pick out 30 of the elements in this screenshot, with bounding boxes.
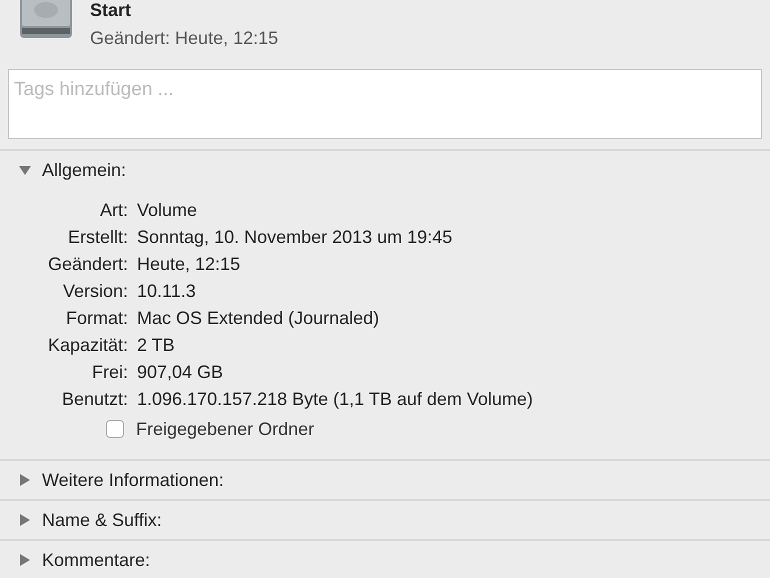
info-label: Erstellt: <box>66 226 128 249</box>
section-header[interactable]: Weitere Informationen: <box>0 461 770 499</box>
info-label: Format: <box>64 307 128 330</box>
info-value: 10.11.3 <box>137 280 197 303</box>
section-header[interactable]: Name & Suffix: <box>0 501 770 539</box>
disclosure-triangle-icon[interactable] <box>18 513 32 527</box>
section-header[interactable]: Kommentare: <box>0 541 770 578</box>
info-label: Art: <box>98 199 128 222</box>
info-value: 2 TB <box>137 334 176 357</box>
info-label: Kapazität: <box>46 334 128 357</box>
info-label: Benutzt: <box>60 388 128 411</box>
tags-field[interactable]: Tags hinzufügen ... <box>8 69 762 139</box>
disclosure-triangle-icon[interactable] <box>18 553 32 567</box>
checkbox-label: Freigegebener Ordner <box>136 418 314 440</box>
disclosure-triangle-icon[interactable] <box>18 163 32 177</box>
section-header[interactable]: Allgemein: <box>0 151 770 189</box>
disclosure-triangle-icon[interactable] <box>18 473 32 487</box>
hard-drive-icon <box>18 0 74 40</box>
info-value: Mac OS Extended (Journaled) <box>137 307 380 330</box>
info-value: Sonntag, 10. November 2013 um 19:45 <box>137 226 454 249</box>
checkbox[interactable] <box>106 420 124 438</box>
info-value: Volume <box>137 199 198 222</box>
info-label: Version: <box>62 280 128 303</box>
info-label: Geändert: <box>46 253 128 276</box>
info-value: Heute, 12:15 <box>137 253 242 276</box>
file-title: Start <box>90 0 132 20</box>
info-label: Frei: <box>91 361 128 384</box>
info-value: 1.096.170.157.218 Byte (1,1 TB auf dem Volume) <box>137 388 534 411</box>
modified-date: Geändert: Heute, 12:15 <box>90 28 278 49</box>
info-value: 907,04 GB <box>137 361 224 384</box>
